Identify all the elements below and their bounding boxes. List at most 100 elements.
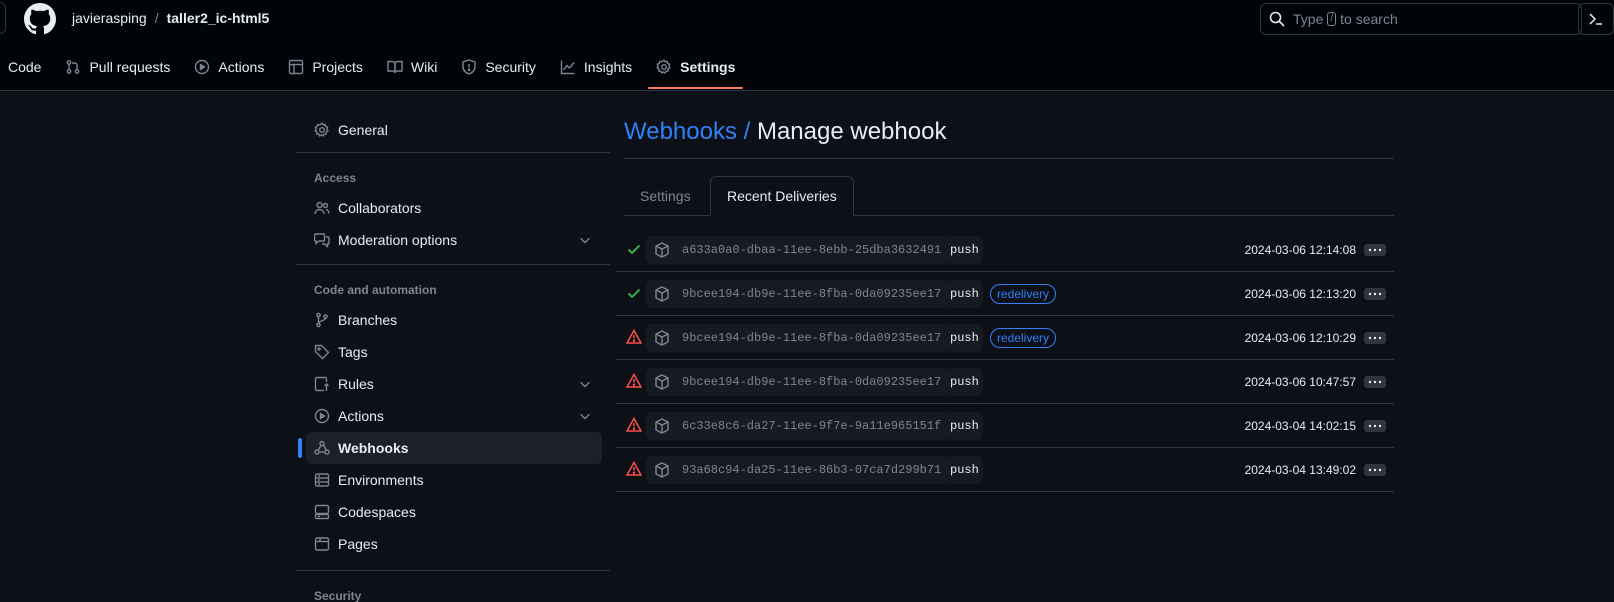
browser-icon	[314, 537, 330, 551]
delivery-event: push	[946, 368, 983, 396]
status-failure	[625, 328, 643, 348]
play-icon	[314, 408, 330, 424]
delivery-guid[interactable]: 93a68c94-da25-11ee-86b3-07ca7d299b71	[646, 456, 950, 484]
sidebar-item-label: Moderation options	[338, 232, 458, 248]
expand-delivery-button[interactable]	[1364, 464, 1386, 476]
repo-name-link[interactable]: taller2_ic-html5	[167, 10, 270, 26]
delivery-guid[interactable]: 9bcee194-db9e-11ee-8fba-0da09235ee17	[646, 280, 950, 308]
expand-delivery-button[interactable]	[1364, 332, 1386, 344]
page-title-text: Manage webhook	[756, 118, 947, 145]
tab-webhook-settings[interactable]: Settings	[624, 176, 707, 216]
pull-request-icon	[67, 60, 80, 74]
ellipsis-icon	[1368, 380, 1382, 384]
search-suffix: to search	[1340, 11, 1398, 27]
delivery-timestamp: 2024-03-04 14:02:15	[1244, 419, 1356, 433]
chevron-down-icon	[580, 413, 590, 420]
command-palette-button[interactable]	[1578, 3, 1614, 35]
chevron-down-icon	[580, 381, 590, 388]
delivery-guid[interactable]: 9bcee194-db9e-11ee-8fba-0da09235ee17	[646, 324, 950, 352]
package-icon	[655, 330, 669, 346]
delivery-timestamp: 2024-03-06 10:47:57	[1244, 375, 1356, 389]
search-prefix: Type	[1293, 11, 1324, 27]
tab-recent-deliveries[interactable]: Recent Deliveries	[710, 176, 854, 216]
delivery-event: push	[946, 412, 983, 440]
delivery-row[interactable]: 93a68c94-da25-11ee-86b3-07ca7d299b71 push…	[616, 448, 1394, 492]
sidebar-item-rules[interactable]: Rules	[306, 368, 602, 400]
sidebar-divider	[296, 264, 610, 265]
tab-insights[interactable]: Insights	[552, 52, 640, 82]
people-icon	[314, 201, 330, 215]
tab-settings[interactable]: Settings	[648, 52, 744, 89]
delivery-guid[interactable]: 9bcee194-db9e-11ee-8fba-0da09235ee17	[646, 368, 950, 396]
tab-pull-requests[interactable]: Pull requests	[57, 52, 178, 82]
delivery-row[interactable]: a633a0a0-dbaa-11ee-8ebb-25dba3632491 push…	[616, 228, 1394, 272]
delivery-guid-text: 93a68c94-da25-11ee-86b3-07ca7d299b71	[682, 463, 942, 477]
tag-icon	[314, 344, 330, 360]
delivery-guid[interactable]: a633a0a0-dbaa-11ee-8ebb-25dba3632491	[646, 236, 950, 264]
delivery-row[interactable]: 9bcee194-db9e-11ee-8fba-0da09235ee17 push…	[616, 360, 1394, 404]
delivery-row[interactable]: 9bcee194-db9e-11ee-8fba-0da09235ee17 push…	[616, 316, 1394, 360]
delivery-row[interactable]: 6c33e8c6-da27-11ee-9f7e-9a11e965151f push…	[616, 404, 1394, 448]
tab-wiki[interactable]: Wiki	[379, 52, 445, 82]
branch-icon	[316, 312, 328, 328]
sidebar-item-codespaces[interactable]: Codespaces	[306, 496, 602, 528]
sidebar-item-actions[interactable]: Actions	[306, 400, 602, 432]
expand-delivery-button[interactable]	[1364, 288, 1386, 300]
delivery-timestamp: 2024-03-06 12:10:29	[1244, 331, 1356, 345]
tab-actions[interactable]: Actions	[186, 52, 272, 82]
breadcrumb-separator: /	[154, 10, 159, 26]
delivery-event: push	[946, 236, 983, 264]
sidebar-item-branches[interactable]: Branches	[306, 304, 602, 336]
delivery-row[interactable]: 9bcee194-db9e-11ee-8fba-0da09235ee17 push…	[616, 272, 1394, 316]
sidebar-item-label: Pages	[338, 536, 378, 552]
graph-icon	[560, 60, 575, 75]
webhooks-breadcrumb-link[interactable]: Webhooks /	[624, 118, 750, 145]
expand-delivery-button[interactable]	[1364, 244, 1386, 256]
redelivery-badge: redelivery	[990, 328, 1057, 348]
sidebar-item-label: Branches	[338, 312, 398, 328]
sidebar-item-label: Webhooks	[338, 440, 409, 456]
terminal-icon	[1589, 13, 1602, 25]
page-title: Webhooks / Manage webhook	[624, 118, 946, 146]
hamburger-menu-button[interactable]	[0, 2, 6, 34]
expand-delivery-button[interactable]	[1364, 376, 1386, 388]
sidebar-item-label: Rules	[338, 376, 374, 392]
tab-security[interactable]: Security	[453, 52, 544, 82]
tab-wiki-label: Wiki	[410, 59, 438, 75]
sidebar-item-collaborators[interactable]: Collaborators	[306, 192, 602, 224]
sidebar-item-environments[interactable]: Environments	[306, 464, 602, 496]
breadcrumb: javierasping / taller2_ic-html5	[72, 10, 269, 26]
expand-delivery-button[interactable]	[1364, 420, 1386, 432]
package-icon	[655, 462, 669, 478]
webhook-icon	[314, 440, 330, 455]
search-icon	[1269, 11, 1285, 27]
github-logo-icon[interactable]	[24, 3, 56, 35]
title-divider	[624, 158, 1394, 159]
sidebar-item-label: Environments	[338, 472, 424, 488]
check-icon	[627, 244, 641, 255]
sidebar-item-tags[interactable]: Tags	[306, 336, 602, 368]
sidebar-item-label: Codespaces	[338, 504, 416, 520]
search-input[interactable]: Type / to search	[1260, 3, 1582, 35]
delivery-guid[interactable]: 6c33e8c6-da27-11ee-9f7e-9a11e965151f	[646, 412, 950, 440]
tab-pull-requests-label: Pull requests	[89, 59, 171, 75]
play-icon	[195, 59, 210, 75]
gear-icon	[314, 122, 329, 137]
tab-code[interactable]: Code	[0, 52, 49, 82]
gear-icon	[656, 59, 672, 74]
status-failure	[625, 416, 643, 436]
search-shortcut-key: /	[1327, 12, 1337, 26]
sidebar-item-moderation[interactable]: Moderation options	[306, 224, 602, 256]
sidebar-item-general[interactable]: General	[306, 114, 602, 146]
shield-icon	[462, 59, 477, 75]
tab-settings-label: Settings	[680, 59, 736, 75]
sidebar-item-pages[interactable]: Pages	[306, 528, 602, 560]
redelivery-badge: redelivery	[990, 284, 1057, 304]
repo-owner-link[interactable]: javierasping	[72, 10, 147, 26]
delivery-guid-text: 9bcee194-db9e-11ee-8fba-0da09235ee17	[682, 331, 942, 345]
tab-projects[interactable]: Projects	[280, 52, 371, 82]
server-icon	[314, 473, 330, 487]
sidebar-item-webhooks[interactable]: Webhooks	[298, 432, 602, 464]
delivery-timestamp: 2024-03-04 13:49:02	[1244, 463, 1356, 477]
ellipsis-icon	[1368, 468, 1382, 472]
